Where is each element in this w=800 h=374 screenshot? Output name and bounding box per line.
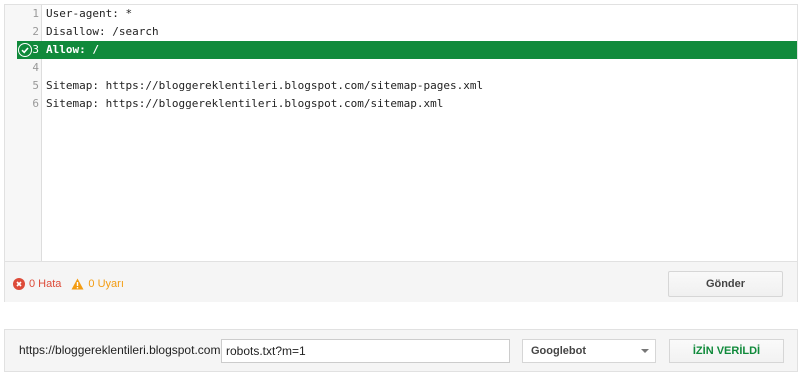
code-editor[interactable]: User-agent: * Disallow: /search Allow: /… bbox=[42, 5, 797, 261]
error-x-icon bbox=[13, 278, 25, 290]
validation-summary: 0 Hata 0 Uyarı bbox=[13, 276, 124, 292]
editor-status-bar: 0 Hata 0 Uyarı Gönder bbox=[5, 261, 797, 302]
line-number: 1 bbox=[32, 7, 39, 20]
line-number: 6 bbox=[32, 97, 39, 110]
code-line[interactable]: Disallow: /search bbox=[46, 23, 159, 41]
warning-triangle-icon bbox=[71, 278, 84, 290]
line-number-active: 3 bbox=[32, 43, 39, 56]
line-number: 5 bbox=[32, 79, 39, 92]
url-tester-panel: https://bloggereklentileri.blogspot.com.… bbox=[4, 329, 798, 372]
error-count: 0 Hata bbox=[29, 278, 62, 290]
code-line[interactable]: Sitemap: https://bloggereklentileri.blog… bbox=[46, 95, 443, 113]
line-number: 2 bbox=[32, 25, 39, 38]
code-line-active[interactable]: Allow: / bbox=[46, 41, 99, 59]
active-line-highlight bbox=[42, 41, 797, 59]
robots-editor-panel: 1 2 3 4 5 6 User-agent: * Disallow: /sea… bbox=[4, 4, 798, 302]
base-url-label: https://bloggereklentileri.blogspot.com.… bbox=[19, 343, 235, 357]
submit-button[interactable]: Gönder bbox=[668, 271, 783, 297]
warning-count: 0 Uyarı bbox=[88, 278, 124, 290]
test-path-input[interactable]: robots.txt?m=1 bbox=[221, 339, 510, 363]
line-number: 4 bbox=[32, 61, 39, 74]
line-number-gutter: 1 2 3 4 5 6 bbox=[5, 5, 42, 261]
code-line[interactable]: Sitemap: https://bloggereklentileri.blog… bbox=[46, 77, 483, 95]
code-line[interactable]: User-agent: * bbox=[46, 5, 132, 23]
chevron-down-icon bbox=[641, 349, 649, 353]
test-result-button[interactable]: İZİN VERİLDİ bbox=[669, 339, 784, 363]
user-agent-select[interactable]: Googlebot bbox=[522, 339, 656, 363]
user-agent-selected: Googlebot bbox=[531, 345, 586, 357]
